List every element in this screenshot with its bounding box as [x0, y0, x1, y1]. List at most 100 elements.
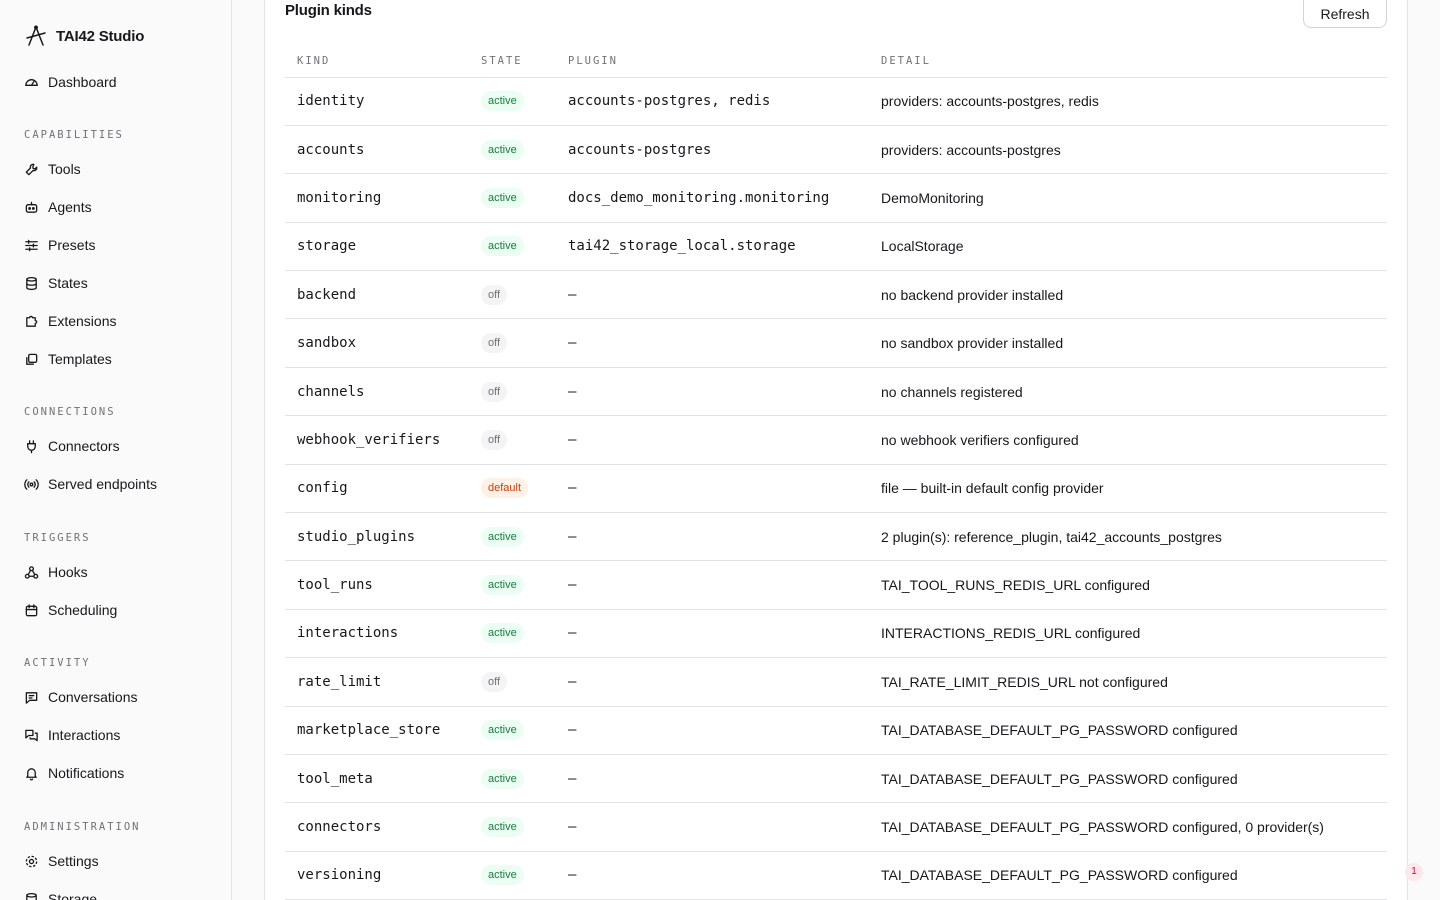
- gauge-icon: [24, 75, 39, 90]
- cell-kind: studio_plugins: [285, 512, 469, 562]
- cell-kind: config: [285, 464, 469, 514]
- table-row[interactable]: connectors active – TAI_DATABASE_DEFAULT_PG…: [285, 802, 1387, 852]
- sidebar-item-agents[interactable]: Agents: [24, 196, 92, 218]
- status-badge: off: [481, 429, 508, 450]
- cell-state: active: [469, 77, 556, 126]
- sidebar-item-scheduling[interactable]: Scheduling: [24, 599, 117, 621]
- cell-state: active: [469, 560, 556, 610]
- cell-detail: TAI_DATABASE_DEFAULT_PG_PASSWORD configu…: [869, 802, 1387, 852]
- table-row[interactable]: studio_plugins active –2 plugin(s): refere…: [285, 512, 1387, 562]
- sidebar-item-notifications[interactable]: Notifications: [24, 762, 124, 784]
- cell-kind: accounts: [285, 125, 469, 175]
- table-row[interactable]: storage active tai42_storage_local.storage…: [285, 222, 1387, 272]
- status-badge: off: [481, 333, 508, 354]
- broadcast-icon: [24, 477, 39, 492]
- section-title-administration: ADMINISTRATION: [24, 821, 141, 833]
- cell-detail: 2 plugin(s): reference_plugin, tai42_acc…: [869, 512, 1387, 562]
- table-row[interactable]: sandbox off – no sandbox provider installed: [285, 318, 1387, 368]
- notification-count-badge[interactable]: 1: [1405, 863, 1423, 881]
- cell-detail: TAI_TOOL_RUNS_REDIS_URL configured: [869, 560, 1387, 610]
- sidebar-item-served-endpoints[interactable]: Served endpoints: [24, 473, 157, 495]
- section-title-activity: ACTIVITY: [24, 657, 91, 669]
- sidebar-item-label: States: [48, 275, 88, 291]
- sidebar-item-label: Presets: [48, 237, 96, 253]
- table-row[interactable]: webhook_verifiers off – no webhook verifier…: [285, 415, 1387, 465]
- status-badge: off: [481, 671, 508, 692]
- wrench-icon: [24, 162, 39, 177]
- table-row[interactable]: marketplace_store active – TAI_DATABASE_DEF…: [285, 706, 1387, 755]
- cell-detail: DemoMonitoring: [869, 173, 1387, 223]
- cell-detail: TAI_DATABASE_DEFAULT_PG_PASSWORD configu…: [869, 706, 1387, 755]
- column-header-kind[interactable]: KIND: [285, 45, 469, 78]
- sidebar-item-tools[interactable]: Tools: [24, 158, 81, 180]
- column-header-state[interactable]: STATE: [469, 45, 556, 78]
- status-badge: active: [481, 575, 524, 596]
- status-badge: active: [481, 865, 524, 886]
- table-row[interactable]: interactions active – INTERACTIONS_REDIS_UR…: [285, 609, 1387, 659]
- table-row[interactable]: versioning active – TAI_DATABASE_DEFAULT_PG…: [285, 851, 1387, 900]
- table-row[interactable]: channels off – no channels registered: [285, 367, 1387, 417]
- sidebar-item-storage[interactable]: Storage: [24, 888, 97, 900]
- main-content: Plugin kinds Refresh KIND STATE PLUGIN D…: [232, 0, 1440, 900]
- sidebar-item-label: Connectors: [48, 438, 120, 454]
- table-header-row: KIND STATE PLUGIN DETAIL: [285, 45, 1387, 78]
- brand[interactable]: TAI42 Studio: [24, 24, 144, 48]
- sidebar-item-conversations[interactable]: Conversations: [24, 686, 138, 708]
- calendar-icon: [24, 603, 39, 618]
- sidebar-item-presets[interactable]: Presets: [24, 234, 95, 256]
- sidebar-item-states[interactable]: States: [24, 272, 88, 294]
- table-row[interactable]: config default – file — built-in default co…: [285, 464, 1387, 514]
- column-header-detail[interactable]: DETAIL: [869, 45, 1387, 78]
- cell-kind: tool_runs: [285, 560, 469, 610]
- sidebar-item-label: Hooks: [48, 564, 88, 580]
- section-title-connections: CONNECTIONS: [24, 406, 116, 418]
- sidebar-item-dashboard[interactable]: Dashboard: [24, 71, 117, 93]
- cell-detail: no channels registered: [869, 367, 1387, 417]
- table-row[interactable]: tool_runs active – TAI_TOOL_RUNS_REDIS_URL …: [285, 560, 1387, 610]
- sidebar-item-hooks[interactable]: Hooks: [24, 561, 88, 583]
- table-row[interactable]: monitoring active docs_demo_monitoring.mon…: [285, 173, 1387, 223]
- cell-plugin: –: [556, 657, 869, 707]
- cell-kind: channels: [285, 367, 469, 417]
- cell-plugin: accounts-postgres, redis: [556, 77, 869, 126]
- cell-plugin: –: [556, 851, 869, 900]
- cell-plugin: –: [556, 318, 869, 368]
- plug-icon: [24, 439, 39, 454]
- cell-plugin: docs_demo_monitoring.monitoring: [556, 173, 869, 223]
- sidebar-item-connectors[interactable]: Connectors: [24, 435, 120, 457]
- sidebar-item-settings[interactable]: Settings: [24, 850, 99, 872]
- status-badge: active: [481, 187, 524, 208]
- cell-kind: identity: [285, 77, 469, 126]
- cell-plugin: –: [556, 512, 869, 562]
- cell-detail: TAI_RATE_LIMIT_REDIS_URL not configured: [869, 657, 1387, 707]
- status-badge: active: [481, 91, 524, 112]
- sidebar-item-label: Settings: [48, 853, 99, 869]
- table-row[interactable]: identity active accounts-postgres, redis pr…: [285, 77, 1387, 126]
- cell-kind: storage: [285, 222, 469, 272]
- cell-state: active: [469, 706, 556, 755]
- cell-state: active: [469, 754, 556, 804]
- sidebar-item-label: Scheduling: [48, 602, 118, 618]
- copy-icon: [24, 352, 39, 367]
- status-badge: default: [481, 478, 529, 499]
- sidebar-item-templates[interactable]: Templates: [24, 348, 112, 370]
- cell-plugin: –: [556, 609, 869, 659]
- cell-kind: backend: [285, 270, 469, 320]
- cell-state: active: [469, 222, 556, 272]
- sidebar-item-interactions[interactable]: Interactions: [24, 724, 120, 746]
- table-row[interactable]: backend off – no backend provider installed: [285, 270, 1387, 320]
- cell-state: off: [469, 367, 556, 417]
- table-row[interactable]: accounts active accounts-postgres providers…: [285, 125, 1387, 175]
- sidebar-item-label: Storage: [48, 891, 98, 900]
- puzzle-icon: [24, 314, 39, 329]
- sidebar-item-label: Served endpoints: [48, 476, 157, 492]
- cell-state: off: [469, 318, 556, 368]
- cell-kind: connectors: [285, 802, 469, 852]
- cell-kind: tool_meta: [285, 754, 469, 804]
- sidebar-item-extensions[interactable]: Extensions: [24, 310, 116, 332]
- table-row[interactable]: rate_limit off – TAI_RATE_LIMIT_REDIS_URL n…: [285, 657, 1387, 707]
- table-row[interactable]: tool_meta active – TAI_DATABASE_DEFAULT_PG_…: [285, 754, 1387, 804]
- cell-detail: providers: accounts-postgres, redis: [869, 77, 1387, 126]
- column-header-plugin[interactable]: PLUGIN: [556, 45, 869, 78]
- refresh-button[interactable]: Refresh: [1303, 0, 1387, 28]
